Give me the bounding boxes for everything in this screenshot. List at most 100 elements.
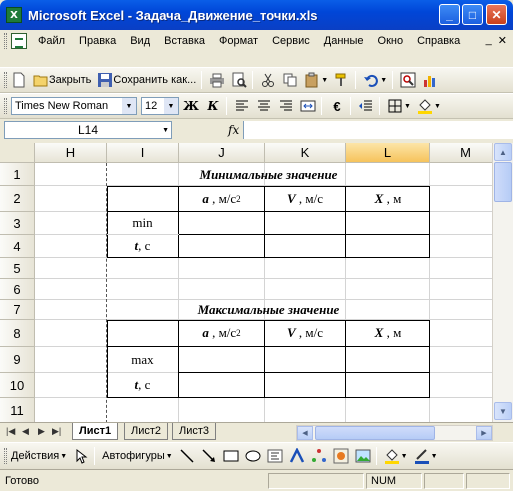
decrease-indent-button[interactable] [356,96,376,116]
row-header-11[interactable]: 11 [0,398,35,422]
arrow-tool-button[interactable] [199,446,219,466]
sheet-tab-2[interactable]: Лист2 [124,423,169,440]
menu-edit[interactable]: Правка [76,35,119,47]
clipart-button[interactable] [331,446,351,466]
bold-button[interactable]: Ж [181,96,201,116]
menu-view[interactable]: Вид [127,35,153,47]
header-position[interactable]: X , м [346,186,430,211]
vertical-scrollbar[interactable]: ▲ ▼ [492,143,513,422]
paste-button[interactable]: ▼ [302,70,330,90]
label-time-max[interactable]: t, с [107,373,178,397]
font-size-combo[interactable]: 12 ▼ [141,97,179,115]
line-color-button[interactable]: ▼ [412,446,440,466]
scroll-up-button[interactable]: ▲ [494,143,512,161]
column-header-h[interactable]: H [35,143,107,163]
undo-button[interactable]: ▼ [361,70,389,90]
menu-format[interactable]: Формат [216,35,261,47]
menubar-grip[interactable] [4,33,7,49]
row-header-2[interactable]: 2 [0,186,35,212]
column-header-k[interactable]: K [265,143,346,163]
row-header-8[interactable]: 8 [0,320,35,347]
textbox-tool-button[interactable] [265,446,285,466]
menu-data[interactable]: Данные [321,35,367,47]
chevron-down-icon[interactable]: ▼ [162,127,169,134]
label-max[interactable]: max [107,347,178,372]
row-header-4[interactable]: 4 [0,235,35,258]
column-header-m[interactable]: M [430,143,492,163]
close-document-button[interactable]: Закрыть [31,70,93,90]
scroll-right-button[interactable]: ▶ [476,426,492,440]
first-sheet-button[interactable]: |◀ [6,426,15,437]
header-position-max[interactable]: X , м [346,320,430,346]
workbook-icon[interactable] [11,33,27,49]
row-header-3[interactable]: 3 [0,212,35,235]
new-document-button[interactable] [9,70,29,90]
draw-actions-menu[interactable]: Действия ▼ [9,446,69,466]
scroll-left-button[interactable]: ◀ [297,426,313,440]
chevron-down-icon[interactable]: ▼ [164,98,178,114]
borders-button[interactable]: ▼ [385,96,413,116]
menu-tools[interactable]: Сервис [269,35,313,47]
print-button[interactable] [207,70,227,90]
toolbar-grip[interactable] [4,448,7,464]
row-header-7[interactable]: 7 [0,300,35,320]
column-header-i[interactable]: I [107,143,179,163]
chevron-down-icon[interactable]: ▼ [122,98,136,114]
fill-color-draw-button[interactable]: ▼ [382,446,410,466]
maximize-button[interactable]: □ [462,4,483,25]
copy-button[interactable] [280,70,300,90]
align-center-button[interactable] [254,96,274,116]
row-header-10[interactable]: 10 [0,373,35,398]
minimize-button[interactable]: _ [439,4,460,25]
vertical-scroll-thumb[interactable] [494,162,512,202]
autoshapes-menu[interactable]: Автофигуры ▼ [100,446,175,466]
formula-input[interactable] [243,121,513,139]
select-objects-button[interactable] [71,446,91,466]
name-box[interactable]: L14 ▼ [4,121,172,139]
italic-button[interactable]: К [203,96,223,116]
sheet-tab-3[interactable]: Лист3 [172,423,217,440]
horizontal-scrollbar[interactable]: ◀ ▶ [296,425,493,441]
row-header-6[interactable]: 6 [0,279,35,300]
header-acceleration-max[interactable]: a , м/с 2 [179,320,264,346]
column-header-l[interactable]: L [346,143,430,163]
menu-insert[interactable]: Вставка [161,35,208,47]
toolbar-grip[interactable] [4,72,7,88]
select-all-corner[interactable] [0,143,35,163]
menu-window[interactable]: Окно [375,35,407,47]
format-painter-button[interactable] [332,70,352,90]
row-header-1[interactable]: 1 [0,163,35,186]
sheet-tab-1[interactable]: Лист1 [72,423,119,440]
diagram-button[interactable] [309,446,329,466]
next-sheet-button[interactable]: ▶ [38,426,45,437]
print-preview-button[interactable] [229,70,249,90]
block1-title[interactable]: Минимальные значение [107,163,430,186]
scroll-down-button[interactable]: ▼ [494,402,512,420]
save-as-button[interactable]: Сохранить как... [95,70,198,90]
menu-file[interactable]: Файл [35,35,68,47]
line-tool-button[interactable] [177,446,197,466]
excel-app-icon[interactable]: X [6,7,22,23]
prev-sheet-button[interactable]: ◀ [22,426,29,437]
rectangle-tool-button[interactable] [221,446,241,466]
close-window-button[interactable]: ✕ [486,4,507,25]
align-left-button[interactable] [232,96,252,116]
insert-picture-button[interactable] [353,446,373,466]
row-header-9[interactable]: 9 [0,347,35,373]
research-button[interactable] [398,70,418,90]
label-time-min[interactable]: t, с [107,235,178,257]
doc-minimize-button[interactable]: _ [486,34,492,47]
block2-title[interactable]: Максимальные значение [107,300,430,320]
last-sheet-button[interactable]: ▶| [52,426,61,437]
wordart-button[interactable] [287,446,307,466]
chart-wizard-button[interactable] [420,70,440,90]
label-min[interactable]: min [107,212,178,234]
doc-close-button[interactable]: ✕ [498,34,507,47]
currency-button[interactable]: € [327,96,347,116]
align-right-button[interactable] [276,96,296,116]
row-header-5[interactable]: 5 [0,258,35,279]
menu-help[interactable]: Справка [414,35,463,47]
oval-tool-button[interactable] [243,446,263,466]
header-acceleration[interactable]: a , м/с 2 [179,186,264,211]
fill-color-button[interactable]: ▼ [415,96,443,116]
